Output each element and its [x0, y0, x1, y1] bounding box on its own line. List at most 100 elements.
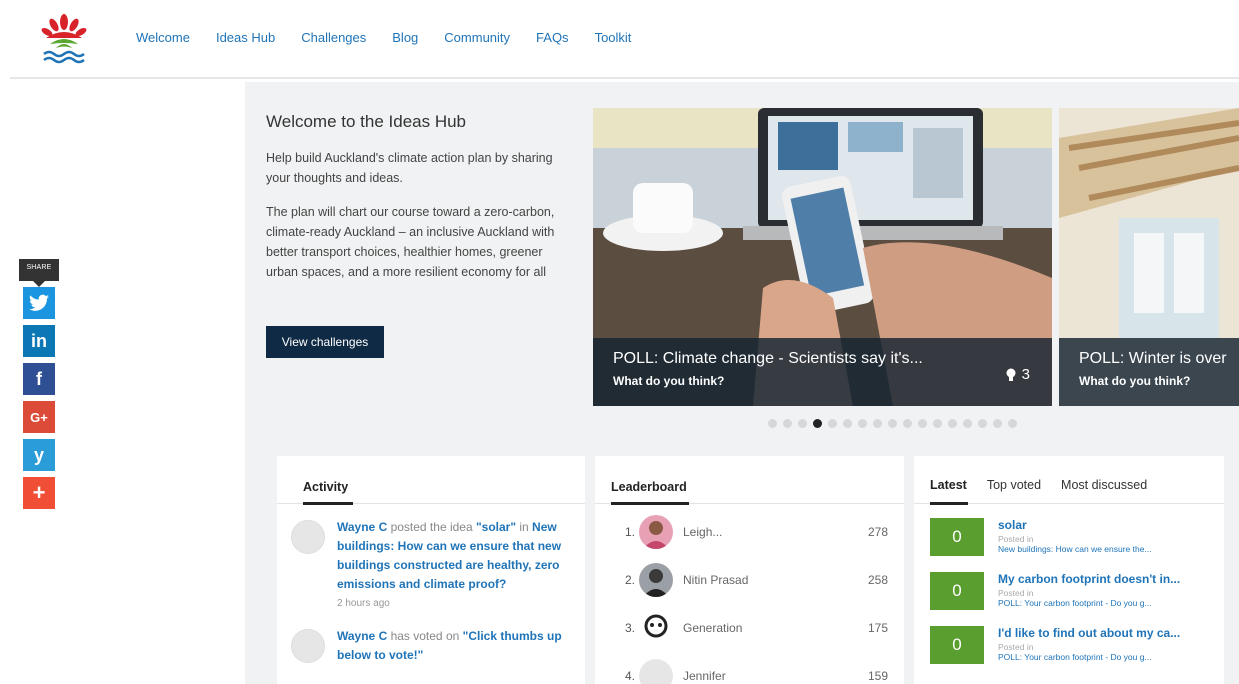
latest-panel: Latest Top voted Most discussed 0 solar … — [914, 456, 1224, 684]
posted-label: Posted in — [998, 642, 1034, 652]
facebook-icon[interactable]: f — [23, 363, 55, 395]
list-item: Wayne C posted the idea "solar" in New b… — [277, 518, 585, 613]
leaderboard-score: 258 — [867, 573, 888, 587]
nav-blog[interactable]: Blog — [392, 30, 418, 45]
activity-text: Wayne C posted the idea "solar" in New b… — [337, 518, 567, 613]
view-challenges-button[interactable]: View challenges — [266, 326, 384, 358]
leaderboard-row[interactable]: 2. Nitin Prasad 258 — [595, 556, 904, 604]
carousel-dot[interactable] — [948, 419, 957, 428]
activity-user[interactable]: Wayne C — [337, 520, 387, 534]
lightbulb-icon — [1006, 368, 1016, 381]
carousel-dot[interactable] — [798, 419, 807, 428]
nav-community[interactable]: Community — [444, 30, 510, 45]
activity-action: posted the idea — [387, 520, 476, 534]
share-bar: SHARE in f G+ y + — [19, 259, 59, 509]
leaderboard-row[interactable]: 4. Jennifer 159 — [595, 652, 904, 684]
carousel-dot[interactable] — [828, 419, 837, 428]
tab-most-discussed[interactable]: Most discussed — [1061, 478, 1147, 492]
idea-category[interactable]: New buildings: How can we ensure the... — [998, 544, 1208, 554]
idea-title[interactable]: solar — [998, 510, 1208, 532]
activity-panel: Activity Wayne C posted the idea "solar"… — [277, 456, 585, 684]
page-title: Welcome to the Ideas Hub — [266, 112, 467, 131]
leaderboard-name[interactable]: Jennifer — [683, 669, 726, 683]
council-logo[interactable] — [40, 12, 88, 66]
carousel-dot[interactable] — [783, 419, 792, 428]
leaderboard-name[interactable]: Leigh... — [683, 525, 722, 539]
carousel-dot[interactable] — [843, 419, 852, 428]
avatar[interactable] — [639, 563, 673, 597]
avatar[interactable] — [291, 629, 325, 663]
carousel-dot[interactable] — [978, 419, 987, 428]
avatar[interactable] — [639, 659, 673, 684]
list-item: 0 I'd like to find out about my ca... Po… — [914, 618, 1224, 672]
carousel-slide[interactable]: POLL: Climate change - Scientists say it… — [593, 108, 1052, 406]
nav-faqs[interactable]: FAQs — [536, 30, 569, 45]
carousel-dot[interactable] — [768, 419, 777, 428]
avatar[interactable] — [291, 520, 325, 554]
posted-label: Posted in — [998, 534, 1034, 544]
list-item: 0 solar Posted in New buildings: How can… — [914, 510, 1224, 564]
leaderboard-rank: 2. — [625, 573, 636, 587]
yammer-icon[interactable]: y — [23, 439, 55, 471]
leaderboard-score: 175 — [867, 621, 888, 635]
nav-challenges[interactable]: Challenges — [301, 30, 366, 45]
vote-count[interactable]: 0 — [930, 518, 984, 556]
slide-title[interactable]: POLL: Winter is over — [1079, 350, 1227, 368]
nav-toolkit[interactable]: Toolkit — [595, 30, 632, 45]
activity-user[interactable]: Wayne C — [337, 629, 387, 643]
tab-top-voted[interactable]: Top voted — [987, 478, 1041, 492]
carousel-dot[interactable] — [933, 419, 942, 428]
idea-count-value: 3 — [1021, 366, 1030, 383]
vote-count[interactable]: 0 — [930, 626, 984, 664]
carousel-dot[interactable] — [903, 419, 912, 428]
leaderboard-rank: 4. — [625, 669, 636, 683]
leaderboard-row[interactable]: 1. Leigh... 278 — [595, 508, 904, 556]
site-header: Welcome Ideas Hub Challenges Blog Commun… — [0, 0, 1239, 80]
nav-ideas-hub[interactable]: Ideas Hub — [216, 30, 275, 45]
latest-tabs-bar: Latest Top voted Most discussed — [914, 456, 1224, 505]
carousel-dot[interactable] — [813, 419, 822, 428]
carousel-dot[interactable] — [888, 419, 897, 428]
tab-underline — [930, 502, 968, 505]
leaderboard-name[interactable]: Nitin Prasad — [683, 573, 748, 587]
idea-category[interactable]: POLL: Your carbon footprint - Do you g..… — [998, 652, 1208, 662]
leaderboard-rank: 3. — [625, 621, 636, 635]
slide-caption: POLL: Winter is over What do you think? — [1059, 338, 1239, 406]
nav-welcome[interactable]: Welcome — [136, 30, 190, 45]
leaderboard-row[interactable]: 3. Generation 175 — [595, 604, 904, 652]
activity-time: 2 hours ago — [337, 598, 390, 609]
slide-title[interactable]: POLL: Climate change - Scientists say it… — [613, 350, 1032, 368]
carousel-dot[interactable] — [858, 419, 867, 428]
tab-underline — [611, 502, 689, 505]
share-label: SHARE — [19, 259, 59, 287]
carousel-dot[interactable] — [918, 419, 927, 428]
slide-caption: POLL: Climate change - Scientists say it… — [593, 338, 1052, 406]
avatar[interactable] — [639, 515, 673, 549]
carousel-dot[interactable] — [993, 419, 1002, 428]
google-plus-icon[interactable]: G+ — [23, 401, 55, 433]
leaderboard-rank: 1. — [625, 525, 636, 539]
tab-latest[interactable]: Latest — [930, 478, 967, 492]
slide-subtitle: What do you think? — [1079, 374, 1191, 388]
carousel-dot[interactable] — [873, 419, 882, 428]
carousel-dot[interactable] — [963, 419, 972, 428]
avatar[interactable] — [639, 611, 673, 645]
idea-title[interactable]: My carbon footprint doesn't in... — [998, 564, 1208, 586]
idea-count: 3 — [1006, 366, 1030, 383]
vote-count[interactable]: 0 — [930, 572, 984, 610]
carousel-slide-next[interactable]: POLL: Winter is over What do you think? — [1059, 108, 1239, 406]
carousel-dots — [768, 419, 1017, 428]
activity-heading: Activity — [303, 480, 349, 494]
idea-category[interactable]: POLL: Your carbon footprint - Do you g..… — [998, 598, 1208, 608]
linkedin-icon[interactable]: in — [23, 325, 55, 357]
activity-target[interactable]: "solar" — [476, 520, 516, 534]
intro-paragraph-1: Help build Auckland's climate action pla… — [266, 151, 553, 185]
list-item: Wayne C has voted on "Click thumbs up be… — [277, 627, 585, 665]
intro-paragraph-2: The plan will chart our course toward a … — [266, 205, 555, 279]
twitter-icon[interactable] — [23, 287, 55, 319]
carousel-dot[interactable] — [1008, 419, 1017, 428]
idea-title[interactable]: I'd like to find out about my ca... — [998, 618, 1208, 640]
leaderboard-name[interactable]: Generation — [683, 621, 742, 635]
more-icon[interactable]: + — [23, 477, 55, 509]
slide-subtitle: What do you think? — [613, 374, 725, 388]
